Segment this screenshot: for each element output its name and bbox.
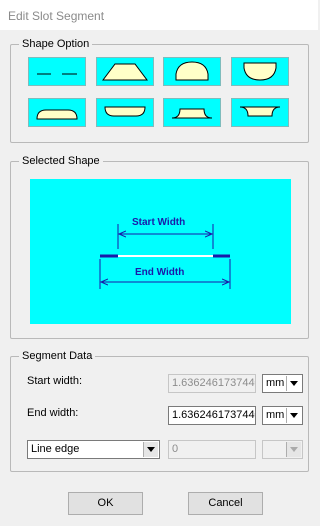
end-width-caption: End Width [135,267,185,278]
chevron-down-icon [286,442,301,457]
end-width-field[interactable]: 1.636246173744€ [168,406,256,425]
shape-preview-drawing [99,224,231,289]
edge-value-field[interactable]: 0 [168,440,256,459]
chevron-down-icon [286,376,301,391]
cove-top-icon [171,108,213,119]
chevron-down-icon [143,442,158,457]
end-width-unit-value: mm [266,409,285,421]
end-width-unit-select[interactable]: mm [262,406,303,425]
selected-shape-legend: Selected Shape [19,154,103,168]
shape-rounded-bottom-button[interactable] [96,98,154,127]
title-bar: Edit Slot Segment [0,0,318,30]
segment-data-legend: Segment Data [19,349,96,363]
start-width-label: Start width: [27,375,83,387]
edge-type-select[interactable]: Line edge [27,440,160,459]
cancel-button[interactable]: Cancel [188,492,263,515]
shape-dash-line-button[interactable] [28,57,86,86]
rounded-bottom-icon [104,106,146,117]
start-width-unit-select[interactable]: mm [262,374,303,393]
dash-line-icon [37,73,77,75]
end-width-label: End width: [27,407,79,419]
ok-button[interactable]: OK [68,492,143,515]
start-width-value: 1.636246173744€ [172,377,256,389]
shape-cove-top-button[interactable] [163,98,221,127]
shape-cove-bottom-button[interactable] [231,98,289,127]
edge-type-value: Line edge [31,443,80,455]
edge-value-text: 0 [172,443,179,455]
bowl-icon [243,62,277,81]
start-width-caption: Start Width [132,217,186,228]
rounded-top-icon [36,109,78,120]
cove-bottom-icon [239,106,281,117]
edge-unit-select[interactable] [262,440,303,459]
end-width-value: 1.636246173744€ [172,409,256,421]
shape-bowl-button[interactable] [231,57,289,86]
arch-icon [175,61,209,81]
shape-option-legend: Shape Option [19,37,93,51]
chevron-down-icon [286,408,301,423]
window-title: Edit Slot Segment [8,9,105,23]
shape-trapezoid-button[interactable] [96,57,154,86]
shape-preview: Start Width End Width [30,179,291,324]
trapezoid-icon [102,63,148,81]
start-width-unit-value: mm [266,377,285,389]
start-width-field[interactable]: 1.636246173744€ [168,374,256,393]
shape-rounded-top-button[interactable] [28,98,86,127]
shape-arch-button[interactable] [163,57,221,86]
